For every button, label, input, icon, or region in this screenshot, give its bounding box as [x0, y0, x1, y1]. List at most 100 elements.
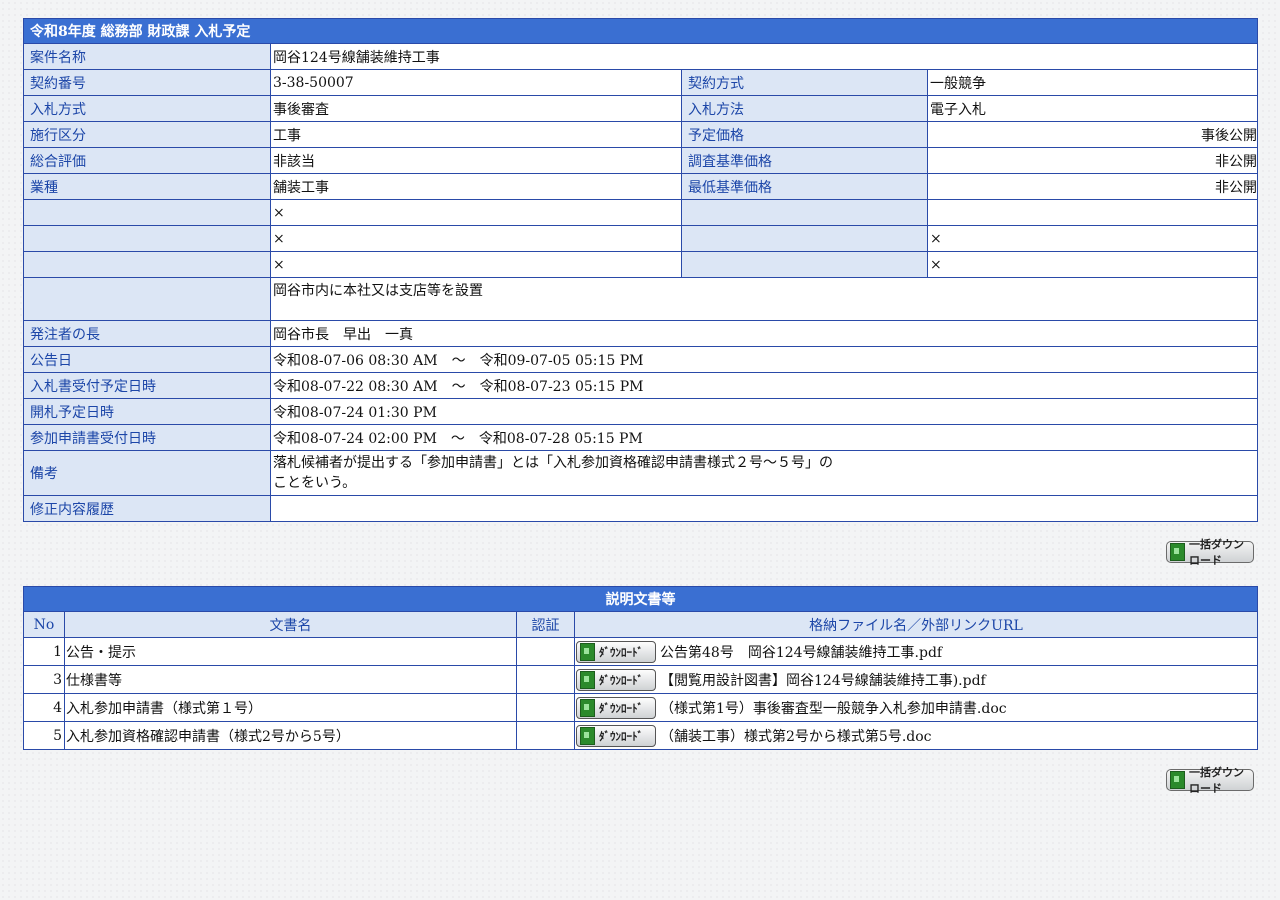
download-button[interactable]: ﾀﾞｳﾝﾛｰﾄﾞ — [576, 724, 656, 747]
bid-info-table: 令和8年度 総務部 財政課 入札予定 案件名称 岡谷124号線舗装維持工事 契約… — [23, 18, 1258, 522]
overall-evaluation-value: 非該当 — [270, 147, 682, 174]
industry-label: 業種 — [23, 173, 271, 200]
column-header-cert: 認証 — [516, 611, 575, 638]
download-button[interactable]: ﾀﾞｳﾝﾛｰﾄﾞ — [576, 668, 656, 691]
doc-name: 仕様書等 — [64, 665, 517, 694]
bulk-download-bar: 一括ダウンロード — [23, 522, 1257, 586]
doc-cert — [516, 637, 575, 666]
doc-no: 4 — [23, 693, 65, 722]
orderer-head-value: 岡谷市長 早出 一真 — [270, 320, 1258, 347]
minimum-base-price-value: 非公開 — [927, 173, 1258, 200]
doc-file-cell: ﾀﾞｳﾝﾛｰﾄﾞ 【閲覧用設計図書】岡谷124号線舗装維持工事).pdf — [574, 665, 1258, 694]
opening-date-value: 令和08-07-24 01:30 PM — [270, 398, 1258, 425]
download-icon — [580, 698, 595, 717]
bulk-download-button[interactable]: 一括ダウンロード — [1166, 538, 1254, 567]
file-name: （舗装工事）様式第2号から様式第5号.doc — [660, 728, 932, 745]
condition-value: 岡谷市内に本社又は支店等を設置 — [270, 277, 1258, 321]
revision-history-value — [270, 495, 1258, 522]
bulk-download-button[interactable]: 一括ダウンロード — [1166, 766, 1254, 795]
file-name: 【閲覧用設計図書】岡谷124号線舗装維持工事).pdf — [660, 672, 986, 689]
info-row: 総合評価 非該当 調査基準価格 非公開 — [23, 147, 1258, 174]
bid-type-label: 入札方式 — [23, 95, 271, 122]
bid-type-value: 事後審査 — [270, 95, 682, 122]
industry-value: 舗装工事 — [270, 173, 682, 200]
bulk-download-label: 一括ダウンロード — [1189, 538, 1244, 567]
table-row: 4 入札参加申請書（様式第１号） ﾀﾞｳﾝﾛｰﾄﾞ （様式第1号）事後審査型一般競… — [23, 693, 1258, 722]
revision-history-label: 修正内容履歴 — [23, 495, 271, 522]
project-name-label: 案件名称 — [23, 43, 271, 70]
download-icon — [580, 670, 595, 689]
blank-label — [681, 251, 928, 278]
bulk-download-label: 一括ダウンロード — [1189, 766, 1244, 795]
doc-file-cell: ﾀﾞｳﾝﾛｰﾄﾞ 公告第48号 岡谷124号線舗装維持工事.pdf — [574, 637, 1258, 666]
bid-method-value: 電子入札 — [927, 95, 1258, 122]
blank-label — [23, 251, 271, 278]
remarks-label: 備考 — [23, 450, 271, 496]
bid-method-label: 入札方法 — [681, 95, 928, 122]
documents-table: 説明文書等 No 文書名 認証 格納ファイル名／外部リンクURL 1 公告・提示… — [23, 586, 1258, 750]
bid-receipt-date-label: 入札書受付予定日時 — [23, 372, 271, 399]
announcement-date-value: 令和08-07-06 08:30 AM ～ 令和09-07-05 05:15 P… — [270, 346, 1258, 373]
column-header-file: 格納ファイル名／外部リンクURL — [574, 611, 1258, 638]
condition-label — [23, 277, 271, 321]
info-row: 入札方式 事後審査 入札方法 電子入札 — [23, 95, 1258, 122]
info-row: × × — [23, 251, 1258, 278]
blank-value: × — [927, 225, 1258, 252]
blank-label — [23, 225, 271, 252]
documents-title: 説明文書等 — [23, 586, 1258, 612]
planned-price-label: 予定価格 — [681, 121, 928, 148]
download-icon — [580, 726, 595, 745]
blank-label — [681, 199, 928, 226]
contract-method-value: 一般競争 — [927, 69, 1258, 96]
file-name: （様式第1号）事後審査型一般競争入札参加申請書.doc — [660, 700, 1007, 717]
info-row: 施行区分 工事 予定価格 事後公開 — [23, 121, 1258, 148]
doc-no: 1 — [23, 637, 65, 666]
doc-no: 3 — [23, 665, 65, 694]
remarks-line: ことをいう。 — [273, 475, 357, 491]
file-name: 公告第48号 岡谷124号線舗装維持工事.pdf — [660, 644, 943, 661]
download-button[interactable]: ﾀﾞｳﾝﾛｰﾄﾞ — [576, 640, 656, 663]
info-row: × — [23, 199, 1258, 226]
doc-no: 5 — [23, 721, 65, 750]
table-row: 3 仕様書等 ﾀﾞｳﾝﾛｰﾄﾞ 【閲覧用設計図書】岡谷124号線舗装維持工事).p… — [23, 665, 1258, 694]
download-label: ﾀﾞｳﾝﾛｰﾄﾞ — [599, 729, 643, 743]
contract-method-label: 契約方式 — [681, 69, 928, 96]
overall-evaluation-label: 総合評価 — [23, 147, 271, 174]
info-row: × × — [23, 225, 1258, 252]
blank-label — [681, 225, 928, 252]
survey-base-price-value: 非公開 — [927, 147, 1258, 174]
remarks-line: 落札候補者が提出する「参加申請書」とは「入札参加資格確認申請書様式２号～５号」の — [273, 455, 833, 471]
announcement-date-label: 公告日 — [23, 346, 271, 373]
doc-file-cell: ﾀﾞｳﾝﾛｰﾄﾞ （舗装工事）様式第2号から様式第5号.doc — [574, 721, 1258, 750]
blank-value: × — [270, 251, 682, 278]
doc-name: 入札参加申請書（様式第１号） — [64, 693, 517, 722]
minimum-base-price-label: 最低基準価格 — [681, 173, 928, 200]
orderer-head-label: 発注者の長 — [23, 320, 271, 347]
doc-file-cell: ﾀﾞｳﾝﾛｰﾄﾞ （様式第1号）事後審査型一般競争入札参加申請書.doc — [574, 693, 1258, 722]
info-row: 業種 舗装工事 最低基準価格 非公開 — [23, 173, 1258, 200]
application-date-label: 参加申請書受付日時 — [23, 424, 271, 451]
contract-number-label: 契約番号 — [23, 69, 271, 96]
bulk-download-bar: 一括ダウンロード — [23, 750, 1257, 800]
doc-cert — [516, 693, 575, 722]
column-header-no: No — [23, 611, 65, 638]
download-label: ﾀﾞｳﾝﾛｰﾄﾞ — [599, 673, 643, 687]
work-category-value: 工事 — [270, 121, 682, 148]
blank-value: × — [927, 251, 1258, 278]
doc-cert — [516, 721, 575, 750]
work-category-label: 施行区分 — [23, 121, 271, 148]
download-button[interactable]: ﾀﾞｳﾝﾛｰﾄﾞ — [576, 696, 656, 719]
download-icon — [1170, 771, 1185, 789]
survey-base-price-label: 調査基準価格 — [681, 147, 928, 174]
info-row: 契約番号 3-38-50007 契約方式 一般競争 — [23, 69, 1258, 96]
table-row: 5 入札参加資格確認申請書（様式2号から5号） ﾀﾞｳﾝﾛｰﾄﾞ （舗装工事）様式… — [23, 721, 1258, 750]
blank-label — [23, 199, 271, 226]
opening-date-label: 開札予定日時 — [23, 398, 271, 425]
page-content: 令和8年度 総務部 財政課 入札予定 案件名称 岡谷124号線舗装維持工事 契約… — [23, 18, 1258, 800]
doc-name: 公告・提示 — [64, 637, 517, 666]
contract-number-value: 3-38-50007 — [270, 69, 682, 96]
project-name-value: 岡谷124号線舗装維持工事 — [270, 43, 1258, 70]
download-icon — [1170, 543, 1185, 561]
download-label: ﾀﾞｳﾝﾛｰﾄﾞ — [599, 645, 643, 659]
blank-value: × — [270, 199, 682, 226]
